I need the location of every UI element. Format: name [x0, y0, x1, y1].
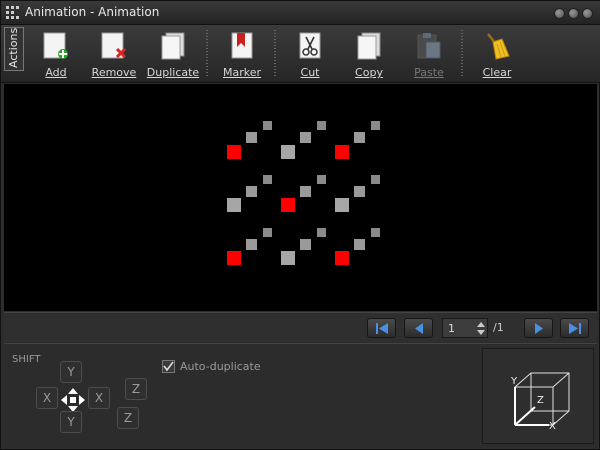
cube-front-cell	[227, 198, 241, 212]
maximize-button[interactable]	[568, 8, 579, 19]
remove-button[interactable]: Remove	[84, 29, 144, 79]
shift-y-down-button[interactable]: Y	[60, 411, 82, 433]
cube-mid-cell	[300, 132, 311, 143]
cube-front-cell	[281, 251, 295, 265]
paste-label: Paste	[414, 66, 444, 79]
cube-mid-cell	[300, 239, 311, 250]
app-icon	[6, 6, 19, 19]
playback-bar: 1 /1	[4, 312, 597, 342]
remove-label: Remove	[91, 66, 137, 79]
add-label: Add	[45, 66, 67, 79]
marker-button[interactable]: Marker	[212, 29, 272, 79]
actions-tab-label: Actions	[7, 27, 20, 68]
axis-y-label: Y	[511, 376, 518, 387]
toolbar-separator	[273, 29, 277, 77]
duplicate-button[interactable]: Duplicate	[143, 29, 203, 79]
window-title: Animation - Animation	[25, 5, 160, 19]
broom-icon	[487, 33, 510, 60]
increment-arrow-icon[interactable]	[477, 322, 485, 327]
shift-y-up-button[interactable]: Y	[60, 361, 82, 383]
shift-x-left-button[interactable]: X	[36, 387, 58, 409]
shift-z-up-button[interactable]: Z	[125, 378, 147, 400]
first-frame-icon	[376, 323, 388, 334]
cube-highlight-cell	[281, 198, 295, 212]
duplicate-label: Duplicate	[146, 66, 200, 79]
cube-mid-cell	[246, 186, 257, 197]
clear-button[interactable]: Clear	[467, 29, 527, 79]
duplicate-pages-icon	[161, 32, 185, 60]
cut-label: Cut	[300, 66, 320, 79]
toolbar-separator	[205, 29, 209, 77]
cube-back-cell	[317, 121, 326, 130]
cube-back-cell	[263, 228, 272, 237]
next-frame-button[interactable]	[524, 318, 553, 338]
cube-highlight-cell	[227, 145, 241, 159]
marker-label: Marker	[222, 66, 262, 79]
auto-duplicate-checkbox[interactable]	[162, 360, 175, 373]
add-button[interactable]: Add	[26, 29, 86, 79]
shift-label: SHIFT	[12, 354, 41, 365]
cube-mid-cell	[354, 132, 365, 143]
cube-front-cell	[281, 145, 295, 159]
axis-x-label: X	[549, 421, 556, 432]
title-bar: Animation - Animation	[1, 1, 600, 25]
cube-highlight-cell	[335, 251, 349, 265]
animation-canvas[interactable]	[4, 84, 597, 311]
shift-panel: SHIFT Y X X Y Z Z Auto-duplicate Y Z X	[4, 343, 597, 447]
clear-label: Clear	[482, 66, 512, 79]
paste-icon	[417, 33, 441, 59]
remove-page-icon	[101, 32, 127, 59]
actions-tab[interactable]: Actions	[4, 27, 24, 71]
total-frames-label: /1	[493, 321, 504, 334]
cube-mid-cell	[354, 239, 365, 250]
cube-front-cell	[335, 198, 349, 212]
decrement-arrow-icon[interactable]	[477, 330, 485, 335]
previous-frame-icon	[415, 323, 423, 334]
shift-x-right-button[interactable]: X	[88, 387, 110, 409]
copy-button[interactable]: Copy	[339, 29, 399, 79]
cube-mid-cell	[246, 239, 257, 250]
cube-back-cell	[317, 228, 326, 237]
cube-mid-cell	[246, 132, 257, 143]
close-button[interactable]	[582, 8, 593, 19]
cube-highlight-cell	[227, 251, 241, 265]
frame-number-stepper[interactable]: 1	[442, 318, 488, 338]
copy-label: Copy	[355, 66, 383, 79]
cube-back-cell	[371, 228, 380, 237]
cube-mid-cell	[354, 186, 365, 197]
copy-icon	[357, 32, 381, 60]
cube-back-cell	[263, 175, 272, 184]
bookmark-icon	[231, 32, 253, 59]
add-page-icon	[43, 32, 68, 59]
first-frame-button[interactable]	[367, 318, 396, 338]
next-frame-icon	[535, 323, 543, 334]
last-frame-icon	[569, 323, 581, 334]
axis-preview: Y Z X	[482, 348, 594, 444]
cube-back-cell	[263, 121, 272, 130]
cube-mid-cell	[300, 186, 311, 197]
previous-frame-button[interactable]	[404, 318, 433, 338]
cut-button[interactable]: Cut	[280, 29, 340, 79]
axis-z-label: Z	[537, 395, 544, 406]
cube-back-cell	[371, 175, 380, 184]
scissors-icon	[299, 32, 321, 59]
toolbar-separator	[460, 29, 464, 77]
minimize-button[interactable]	[554, 8, 565, 19]
cube-back-cell	[371, 121, 380, 130]
toolbar: Actions Add Remove Duplicate Marker Cut …	[1, 25, 600, 83]
checkmark-icon	[163, 361, 174, 372]
last-frame-button[interactable]	[560, 318, 589, 338]
shift-z-down-button[interactable]: Z	[117, 407, 139, 429]
paste-button[interactable]: Paste	[399, 29, 459, 79]
auto-duplicate-label: Auto-duplicate	[180, 360, 261, 373]
animation-window: Animation - Animation Actions Add Remove	[0, 0, 600, 450]
cube-back-cell	[317, 175, 326, 184]
current-frame-value: 1	[448, 322, 455, 335]
cube-highlight-cell	[335, 145, 349, 159]
